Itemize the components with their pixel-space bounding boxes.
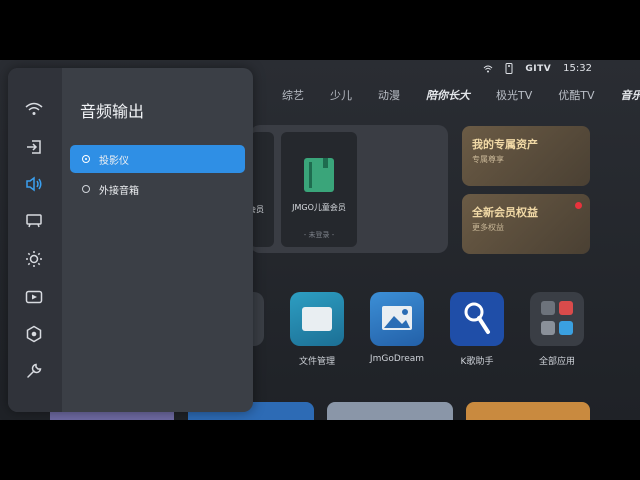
- image-gallery-icon: [370, 292, 424, 346]
- tv-home-screen: GITV 15:32 综艺 少儿 动漫 陪你长大 极光TV 优酷TV 音乐 会员…: [0, 60, 640, 420]
- bottom-card-4[interactable]: [466, 402, 590, 420]
- option-label: 投影仪: [99, 155, 129, 167]
- input-source-icon[interactable]: [23, 136, 45, 158]
- play-icon[interactable]: [23, 286, 45, 308]
- exclusive-assets-card[interactable]: 我的专属资产 专属尊享: [462, 126, 590, 186]
- category-tabs: 综艺 少儿 动漫 陪你长大 极光TV 优酷TV 音乐: [282, 87, 640, 103]
- app-jmgodream[interactable]: JmGoDream: [370, 292, 424, 364]
- wifi-status-icon: [483, 65, 493, 72]
- member-benefits-sub: 更多权益: [472, 223, 504, 232]
- gitv-badge: GITV: [525, 63, 552, 74]
- tab-variety[interactable]: 综艺: [282, 87, 304, 103]
- tab-aurora-tv[interactable]: 极光TV: [496, 87, 532, 103]
- exclusive-assets-title: 我的专属资产: [472, 138, 538, 151]
- kids-member-card[interactable]: JMGO儿童会员 - 未登录 -: [281, 132, 357, 247]
- panel-title: 音频输出: [80, 102, 145, 121]
- app-file-manager[interactable]: 文件管理: [290, 292, 344, 367]
- option-label: 外接音箱: [99, 185, 139, 197]
- app-karaoke[interactable]: K歌助手: [450, 292, 504, 367]
- member-benefits-title: 全新会员权益: [472, 206, 538, 219]
- exclusive-assets-sub: 专属尊享: [472, 155, 504, 164]
- kids-member-status: - 未登录 -: [303, 231, 335, 239]
- radio-selected-icon: [82, 155, 90, 163]
- app-all-apps[interactable]: 全部应用: [530, 292, 584, 367]
- clock: 15:32: [563, 63, 592, 74]
- wifi-icon[interactable]: [23, 98, 45, 120]
- option-external-speaker[interactable]: 外接音箱: [70, 175, 245, 203]
- tab-anime[interactable]: 动漫: [378, 87, 400, 103]
- all-apps-icon: [530, 292, 584, 346]
- projector-icon[interactable]: [23, 210, 45, 232]
- option-projector[interactable]: 投影仪: [70, 145, 245, 173]
- audio-icon[interactable]: [23, 173, 45, 195]
- microphone-icon: [450, 292, 504, 346]
- remote-icon: [505, 63, 513, 74]
- book-icon: [304, 158, 334, 192]
- member-benefits-card[interactable]: 全新会员权益 更多权益: [462, 194, 590, 254]
- folder-icon: [290, 292, 344, 346]
- app-label: 全部应用: [538, 357, 575, 367]
- member-card-partial[interactable]: 会员: [248, 132, 274, 247]
- bottom-card-3[interactable]: [327, 402, 453, 420]
- wrench-icon[interactable]: [23, 360, 45, 382]
- brightness-icon[interactable]: [23, 248, 45, 270]
- tab-music[interactable]: 音乐: [621, 87, 640, 103]
- kids-member-label: JMGO儿童会员: [292, 203, 346, 212]
- radio-unselected-icon: [82, 185, 90, 193]
- tab-kids[interactable]: 少儿: [330, 87, 352, 103]
- settings-rail: [8, 68, 62, 412]
- settings-hex-icon[interactable]: [23, 323, 45, 345]
- tab-youku-tv[interactable]: 优酷TV: [558, 87, 594, 103]
- tab-grow-with-you[interactable]: 陪你长大: [426, 87, 470, 103]
- audio-output-panel: 音频输出 投影仪 外接音箱: [8, 68, 253, 412]
- notification-dot: [575, 202, 582, 209]
